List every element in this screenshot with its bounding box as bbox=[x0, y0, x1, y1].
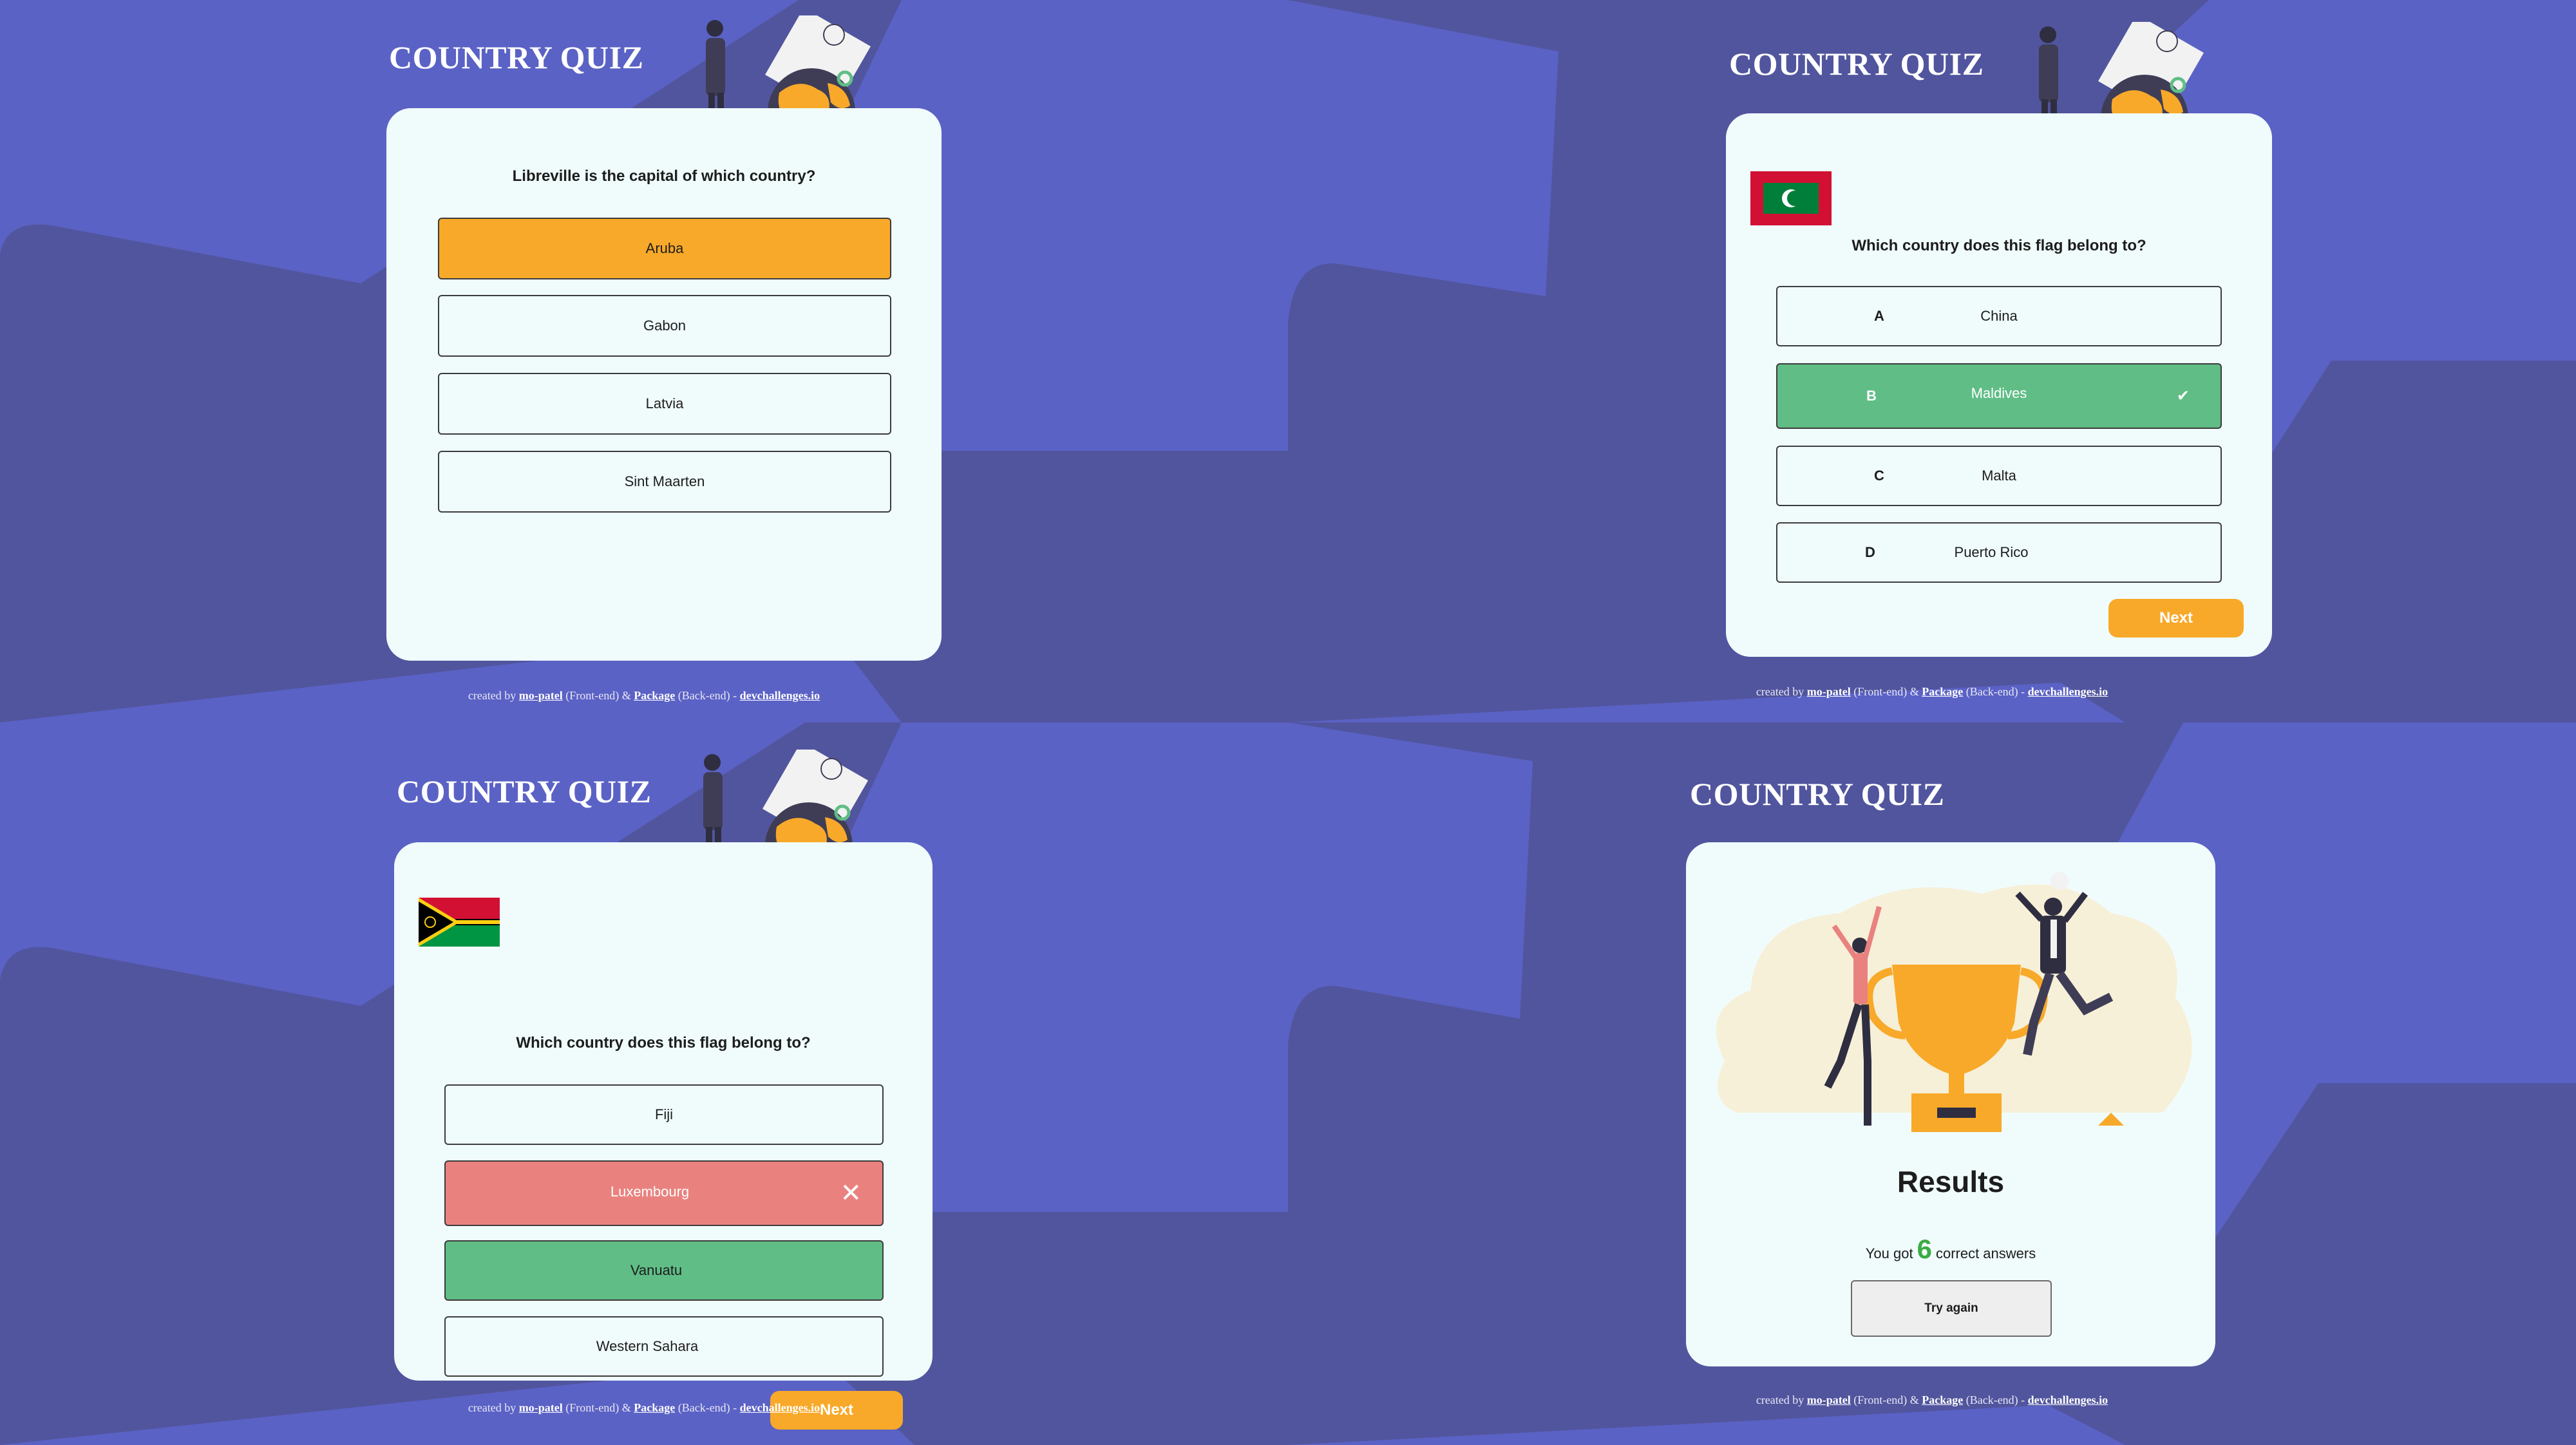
answer-label: Puerto Rico bbox=[1954, 544, 2029, 560]
next-button[interactable]: Next bbox=[2108, 599, 2244, 638]
vanuatu-flag-icon bbox=[419, 898, 500, 947]
answer-label: Maldives bbox=[1971, 385, 2027, 401]
footer-text: created by bbox=[468, 689, 516, 702]
quiz-panel-flag-correct: COUNTRY QUIZ Which country does this fla… bbox=[1288, 0, 2576, 722]
footer-text: (Front-end) & bbox=[565, 1401, 631, 1414]
score-prefix: You got bbox=[1865, 1245, 1913, 1261]
quiz-panel-results: COUNTRY QUIZ Results You got 6 correct a… bbox=[1288, 722, 2576, 1445]
answer-option-3[interactable]: Vanuatu bbox=[444, 1240, 884, 1301]
footer-text: (Front-end) & bbox=[1853, 685, 1919, 698]
answer-option-c[interactable]: C Malta bbox=[1776, 446, 2222, 506]
package-link[interactable]: Package bbox=[1922, 685, 1963, 698]
question-text: Libreville is the capital of which count… bbox=[512, 167, 816, 185]
check-icon: ✔ bbox=[2176, 387, 2190, 405]
footer-text: (Front-end) & bbox=[1853, 1393, 1919, 1406]
package-link[interactable]: Package bbox=[1922, 1393, 1963, 1406]
answer-option-4[interactable]: Sint Maarten bbox=[438, 451, 891, 513]
author-link[interactable]: mo-patel bbox=[519, 1401, 563, 1414]
answer-label: Gabon bbox=[643, 317, 687, 334]
answer-option-2[interactable]: Luxembourg ✕ bbox=[444, 1160, 884, 1226]
question-text: Which country does this flag belong to? bbox=[1852, 237, 2146, 254]
footer-text: created by bbox=[1756, 1393, 1804, 1406]
score-summary: You got 6 correct answers bbox=[1686, 1234, 2215, 1265]
answer-label: Western Sahara bbox=[596, 1338, 699, 1354]
quiz-panel-flag-wrong: COUNTRY QUIZ Which country does this fla… bbox=[0, 722, 1288, 1445]
package-link[interactable]: Package bbox=[634, 689, 675, 702]
trophy-celebration-illustration bbox=[1716, 872, 2192, 1132]
footer-text: (Back-end) - bbox=[1965, 685, 2025, 698]
quiz-panel-capital: COUNTRY QUIZ Libreville is the capital o… bbox=[0, 0, 1288, 722]
devchallenges-link[interactable]: devchallenges.io bbox=[2028, 685, 2108, 698]
footer-text: (Back-end) - bbox=[677, 1401, 737, 1414]
quiz-card: Which country does this flag belong to? … bbox=[394, 842, 933, 1430]
answer-option-b[interactable]: B Maldives ✔ bbox=[1776, 363, 2222, 429]
answer-option-2[interactable]: Gabon bbox=[438, 295, 891, 357]
cross-icon: ✕ bbox=[840, 1179, 862, 1207]
answer-option-1[interactable]: Fiji bbox=[444, 1084, 884, 1145]
answer-label: Aruba bbox=[645, 240, 684, 256]
score-number: 6 bbox=[1917, 1234, 1932, 1264]
answer-label: Sint Maarten bbox=[624, 473, 705, 489]
app-title: COUNTRY QUIZ bbox=[397, 773, 652, 809]
author-link[interactable]: mo-patel bbox=[519, 689, 563, 702]
footer-text: (Back-end) - bbox=[1965, 1393, 2025, 1406]
answer-option-d[interactable]: D Puerto Rico bbox=[1776, 522, 2222, 583]
app-title: COUNTRY QUIZ bbox=[1690, 776, 1945, 812]
results-card: Results You got 6 correct answers Try agai… bbox=[1686, 842, 2215, 1366]
credits-footer: created by mo-patel (Front-end) & Packag… bbox=[0, 1401, 1288, 1415]
answer-label: Luxembourg bbox=[610, 1184, 690, 1200]
devchallenges-link[interactable]: devchallenges.io bbox=[740, 1401, 820, 1414]
answer-option-1[interactable]: Aruba bbox=[438, 218, 891, 279]
answer-option-4[interactable]: Western Sahara bbox=[444, 1316, 884, 1377]
author-link[interactable]: mo-patel bbox=[1807, 1393, 1851, 1406]
app-title: COUNTRY QUIZ bbox=[389, 39, 644, 75]
credits-footer: created by mo-patel (Front-end) & Packag… bbox=[1288, 685, 2576, 699]
quiz-card: Libreville is the capital of which count… bbox=[386, 108, 942, 661]
answer-option-3[interactable]: Latvia bbox=[438, 373, 891, 435]
credits-footer: created by mo-patel (Front-end) & Packag… bbox=[1288, 1393, 2576, 1407]
answer-label: Latvia bbox=[645, 395, 684, 411]
footer-text: created by bbox=[1756, 685, 1804, 698]
maldives-flag-icon bbox=[1750, 171, 1832, 225]
footer-text: (Back-end) - bbox=[677, 689, 737, 702]
answer-label: Fiji bbox=[654, 1106, 674, 1122]
try-again-button[interactable]: Try again bbox=[1851, 1280, 2052, 1337]
answer-label: Vanuatu bbox=[630, 1262, 683, 1278]
devchallenges-link[interactable]: devchallenges.io bbox=[2028, 1393, 2108, 1406]
devchallenges-link[interactable]: devchallenges.io bbox=[740, 689, 820, 702]
quiz-card: Which country does this flag belong to? … bbox=[1726, 113, 2272, 657]
question-text: Which country does this flag belong to? bbox=[516, 1034, 811, 1052]
credits-footer: created by mo-patel (Front-end) & Packag… bbox=[0, 689, 1288, 703]
author-link[interactable]: mo-patel bbox=[1807, 685, 1851, 698]
results-title: Results bbox=[1897, 1165, 2005, 1198]
package-link[interactable]: Package bbox=[634, 1401, 675, 1414]
answer-option-a[interactable]: A China bbox=[1776, 286, 2222, 346]
footer-text: created by bbox=[468, 1401, 516, 1414]
footer-text: (Front-end) & bbox=[565, 689, 631, 702]
app-title: COUNTRY QUIZ bbox=[1729, 46, 1984, 82]
answer-label: China bbox=[1980, 308, 2018, 324]
score-suffix: correct answers bbox=[1935, 1245, 2036, 1261]
answer-label: Malta bbox=[1982, 468, 2016, 484]
